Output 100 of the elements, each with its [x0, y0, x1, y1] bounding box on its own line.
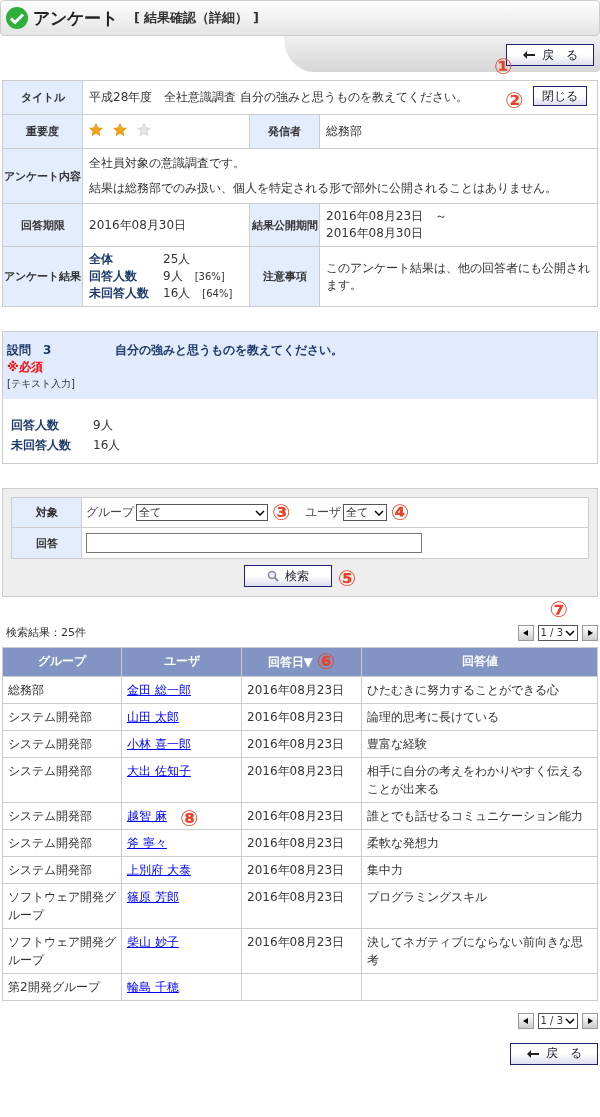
- count-label: 回答人数: [11, 417, 60, 434]
- table-cell: システム開発部: [8, 862, 92, 877]
- question-number: 設問 3: [7, 342, 53, 359]
- page-select[interactable]: 1 / 3: [537, 624, 578, 641]
- count-label: 未回答人数: [11, 437, 72, 454]
- callout-number: ②: [505, 90, 524, 112]
- field-label: タイトル: [2, 80, 83, 115]
- content-text: 結果は総務部でのみ扱い、個人を特定される形で部外に公開されることはありません。: [89, 180, 558, 197]
- user-link[interactable]: 越智 麻: [127, 808, 167, 823]
- content-text: 全社員対象の意識調査です。: [89, 155, 246, 172]
- result-label: 回答人数: [89, 268, 138, 285]
- table-cell: 総務部: [8, 682, 44, 697]
- count-value: 9人: [93, 417, 113, 434]
- callout-number: ④: [390, 501, 410, 524]
- result-label: 全体: [89, 251, 114, 268]
- caret-icon: [255, 509, 265, 516]
- field-label: アンケート結果: [2, 246, 83, 307]
- star-icon: [89, 123, 103, 137]
- user-select[interactable]: 全て: [342, 504, 387, 521]
- table-cell: システム開発部: [8, 835, 92, 850]
- table-cell: 集中力: [367, 862, 403, 877]
- left-triangle-icon: [521, 628, 530, 637]
- table-cell: ソフトウェア開発グループ: [8, 889, 116, 922]
- user-link[interactable]: 大出 佐知子: [127, 763, 191, 778]
- right-triangle-icon: [586, 1016, 594, 1025]
- table-cell: 2016年08月23日: [247, 835, 345, 850]
- table-cell: システム開発部: [8, 763, 92, 778]
- period-value: 2016年08月23日 ～: [326, 209, 448, 223]
- user-link[interactable]: 柴山 妙子: [127, 934, 179, 949]
- callout-number: ③: [272, 501, 291, 524]
- result-count: 検索結果：25件: [6, 625, 86, 640]
- previous-page-button[interactable]: [517, 1012, 534, 1029]
- table-cell: システム開発部: [8, 736, 92, 751]
- callout-number: ⑧: [180, 807, 199, 830]
- user-link[interactable]: 斧 寧々: [127, 835, 167, 850]
- required-mark: ※必須: [7, 360, 43, 374]
- star-icon: [137, 123, 151, 137]
- notes-text: このアンケート結果は、他の回答者にも公開されます。: [326, 260, 590, 292]
- field-label: 重要度: [2, 114, 83, 149]
- table-cell: 2016年08月23日: [247, 862, 345, 877]
- field-label: 発信者: [249, 114, 320, 149]
- page-title: アンケート: [33, 6, 118, 30]
- question-text: 自分の強みと思うものを教えてください。: [115, 342, 343, 359]
- next-page-button[interactable]: [582, 1012, 598, 1029]
- back-button[interactable]: 戻 る: [510, 1042, 598, 1065]
- user-label: ユーザ: [304, 504, 341, 519]
- question-type: [テキスト入力]: [7, 378, 75, 389]
- back-arrow-icon: [522, 50, 536, 60]
- table-cell: 2016年08月23日: [247, 736, 345, 751]
- answer-input[interactable]: [86, 533, 422, 553]
- table-cell: 2016年08月23日: [247, 808, 345, 823]
- table-cell: 2016年08月23日: [247, 682, 345, 697]
- table-cell: 2016年08月23日: [247, 709, 345, 724]
- result-value: 16人: [163, 285, 191, 302]
- page-select[interactable]: 1 / 3: [537, 1012, 578, 1029]
- table-cell: 誰とでも話せるコミュニケーション能力: [367, 808, 583, 823]
- star-icon: [113, 123, 127, 137]
- search-button[interactable]: 検索: [243, 565, 332, 587]
- count-value: 16人: [93, 437, 121, 454]
- right-triangle-icon: [586, 628, 594, 637]
- callout-number: ⑦: [549, 598, 569, 621]
- check-icon: [5, 6, 29, 30]
- search-icon: [266, 570, 279, 582]
- callout-number: ⑥: [316, 650, 336, 673]
- left-triangle-icon: [521, 1016, 530, 1025]
- table-cell: 豊富な経験: [367, 736, 427, 751]
- next-page-button[interactable]: [582, 624, 598, 641]
- result-label: 未回答人数: [89, 285, 150, 302]
- callout-number: ⑤: [337, 567, 357, 590]
- group-label: グループ: [86, 504, 134, 519]
- page-subtitle: [ 結果確認（詳細） ]: [134, 9, 259, 27]
- result-value: 25人: [163, 251, 191, 268]
- table-cell: 2016年08月23日: [247, 934, 345, 949]
- result-percent: [64%]: [202, 287, 233, 301]
- table-cell: 第2開発グループ: [8, 979, 100, 994]
- table-cell: 柔軟な発想力: [367, 835, 439, 850]
- result-value: 9人: [163, 268, 183, 285]
- close-button[interactable]: 閉じる: [533, 86, 587, 106]
- table-cell: 相手に自分の考えをわかりやすく伝えることが出来る: [367, 763, 583, 796]
- caret-icon: [565, 629, 575, 636]
- field-label: 注意事項: [249, 246, 320, 307]
- table-cell: システム開発部: [8, 709, 92, 724]
- previous-page-button[interactable]: [517, 624, 534, 641]
- period-value: 2016年08月30日: [326, 226, 424, 240]
- caret-icon: [565, 1017, 575, 1024]
- result-percent: [36%]: [194, 270, 225, 284]
- table-cell: 論理的思考に長けている: [367, 709, 499, 724]
- table-cell: システム開発部: [8, 808, 92, 823]
- field-label: 回答期限: [2, 203, 83, 247]
- user-link[interactable]: 篠原 芳郎: [127, 889, 179, 904]
- field-label: 結果公開期間: [249, 203, 320, 247]
- table-cell: ひたむきに努力することができる心: [367, 682, 559, 697]
- group-select[interactable]: 全て: [136, 504, 268, 521]
- field-label: 対象: [11, 497, 82, 528]
- survey-title: 平成28年度 全社意識調査 自分の強みと思うものを教えてください。: [89, 90, 469, 104]
- table-cell: 2016年08月23日: [247, 763, 345, 778]
- field-label: 回答: [11, 527, 82, 559]
- caret-icon: [373, 509, 384, 516]
- table-cell: プログラミングスキル: [367, 889, 487, 904]
- back-arrow-icon: [526, 1048, 540, 1059]
